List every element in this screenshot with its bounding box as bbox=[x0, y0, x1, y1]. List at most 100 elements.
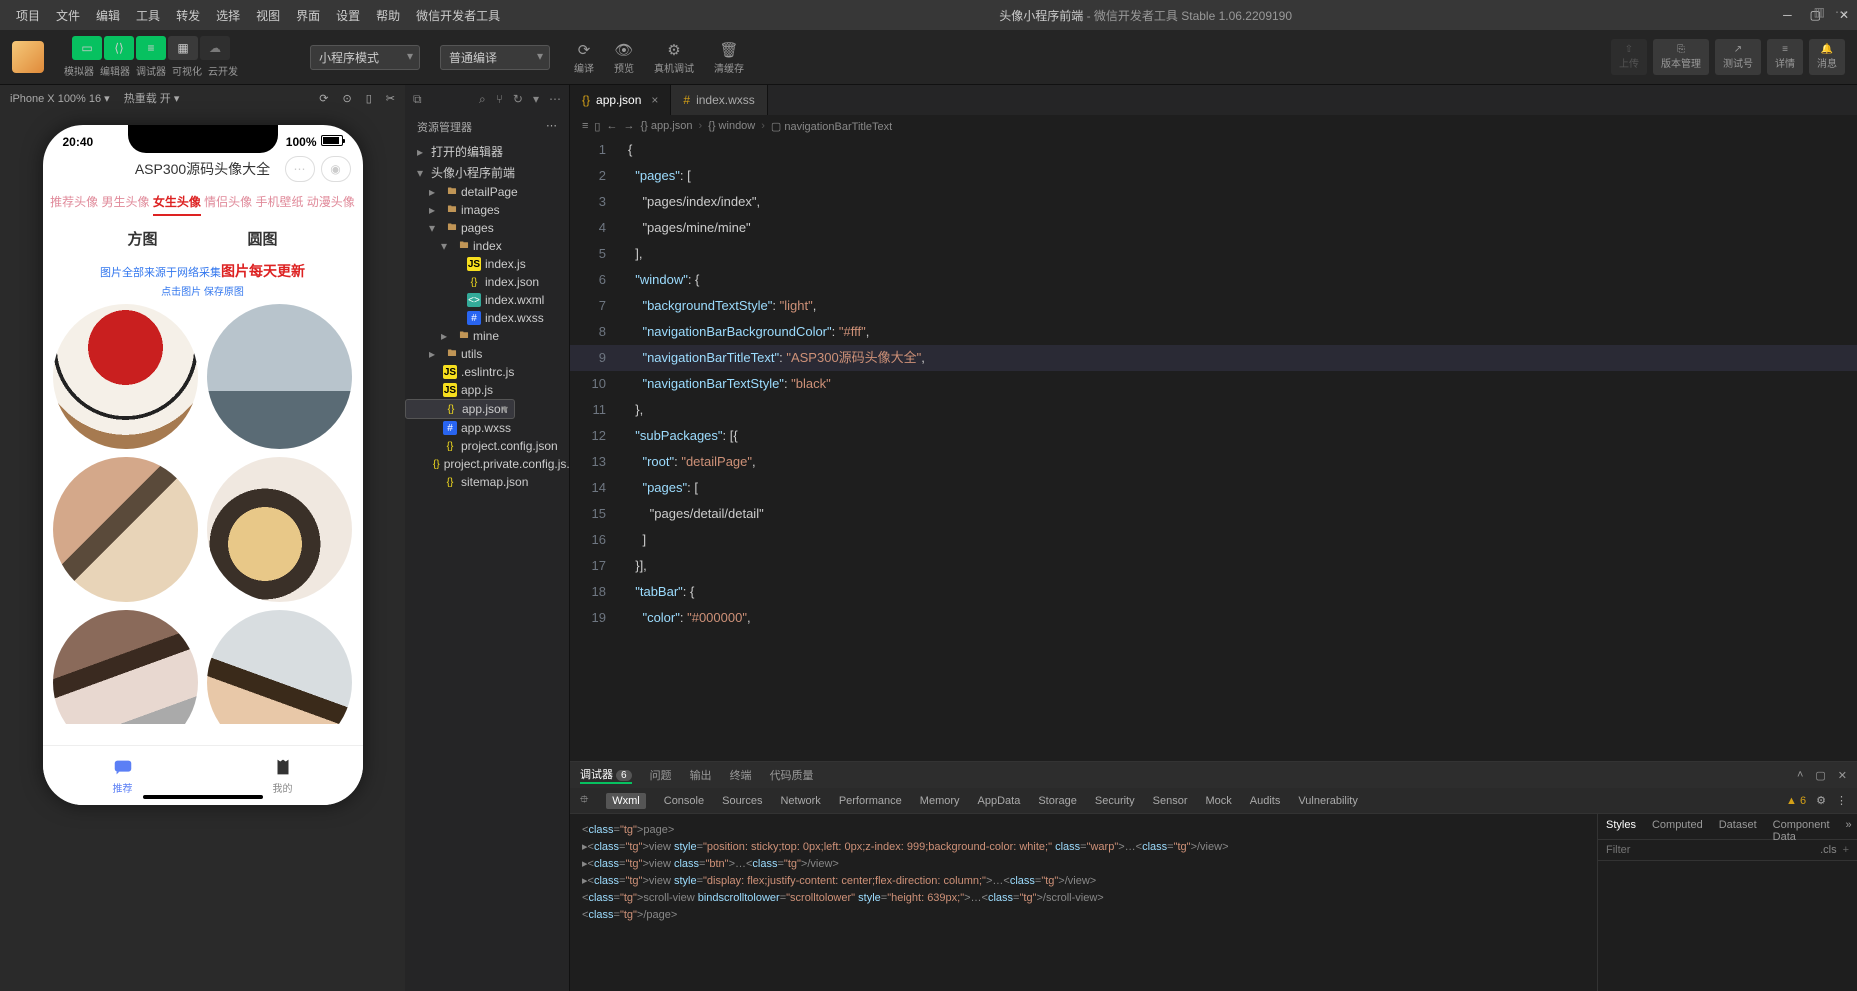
panel-tab-输出[interactable]: 输出 bbox=[690, 767, 712, 783]
avatar-item[interactable] bbox=[207, 457, 352, 602]
add-rule-icon[interactable]: + bbox=[1843, 844, 1849, 856]
action-预览[interactable]: 👁预览 bbox=[614, 40, 634, 75]
action-编译[interactable]: ⟳编译 bbox=[574, 40, 594, 75]
crumb-file[interactable]: {} app.json bbox=[640, 120, 692, 132]
action-真机调试[interactable]: ⚙真机调试 bbox=[654, 40, 694, 75]
filter-input[interactable] bbox=[1606, 844, 1820, 856]
file-index.json[interactable]: {}index.json bbox=[405, 273, 569, 291]
crumb-back-icon[interactable]: ← bbox=[606, 120, 617, 132]
warning-badge[interactable]: ▲ 6 bbox=[1786, 795, 1806, 807]
cls-toggle[interactable]: .cls bbox=[1820, 844, 1837, 856]
devtab-Audits[interactable]: Audits bbox=[1250, 795, 1281, 807]
file-detailPage[interactable]: ▸🖿detailPage bbox=[405, 183, 569, 201]
crumb-leaf[interactable]: ▢ navigationBarTitleText bbox=[771, 120, 892, 133]
styles-tab-Dataset[interactable]: Dataset bbox=[1711, 814, 1765, 839]
devtab-Vulnerability[interactable]: Vulnerability bbox=[1298, 795, 1358, 807]
menu-微信开发者工具[interactable]: 微信开发者工具 bbox=[408, 7, 508, 24]
file-.eslintrc.js[interactable]: JS.eslintrc.js bbox=[405, 363, 569, 381]
crumb-bookmark-icon[interactable]: ▯ bbox=[594, 120, 600, 133]
toolbar-上传[interactable]: ⇧上传 bbox=[1611, 39, 1647, 75]
seg-circle[interactable]: 圆图 bbox=[247, 228, 277, 249]
file-project.private.config.js...[interactable]: {}project.private.config.js... bbox=[405, 455, 569, 473]
toolbar-消息[interactable]: 🔔消息 bbox=[1809, 39, 1845, 75]
toolbar-测试号[interactable]: ↗测试号 bbox=[1715, 39, 1761, 75]
home-icon[interactable]: ⊙ bbox=[343, 92, 352, 105]
collapse-icon[interactable]: ▾ bbox=[533, 92, 539, 106]
menu-设置[interactable]: 设置 bbox=[328, 7, 368, 24]
menu-工具[interactable]: 工具 bbox=[128, 7, 168, 24]
gear-icon[interactable]: ⚙ bbox=[1816, 794, 1826, 807]
file-index.wxml[interactable]: <>index.wxml bbox=[405, 291, 569, 309]
menu-界面[interactable]: 界面 bbox=[288, 7, 328, 24]
devtab-Memory[interactable]: Memory bbox=[920, 795, 960, 807]
avatar-item[interactable] bbox=[207, 610, 352, 724]
wxml-inspector[interactable]: <class="tg">page> ▸<class="tg">view styl… bbox=[570, 814, 1597, 991]
file-app.json[interactable]: {}app.json bbox=[405, 399, 515, 419]
tab-男生头像[interactable]: 男生头像 bbox=[101, 189, 149, 216]
file-images[interactable]: ▸🖿images bbox=[405, 201, 569, 219]
file-index.wxss[interactable]: #index.wxss bbox=[405, 309, 569, 327]
minimize-icon[interactable]: ─ bbox=[1783, 8, 1792, 22]
tab-推荐头像[interactable]: 推荐头像 bbox=[50, 189, 98, 216]
capsule-menu-icon[interactable]: ⋯ bbox=[285, 156, 315, 182]
menu-转发[interactable]: 转发 bbox=[168, 7, 208, 24]
toolbar-详情[interactable]: ≡详情 bbox=[1767, 39, 1803, 75]
menu-帮助[interactable]: 帮助 bbox=[368, 7, 408, 24]
program-mode-select[interactable]: 小程序模式 bbox=[310, 45, 420, 70]
compile-mode-select[interactable]: 普通编译 bbox=[440, 45, 550, 70]
visual-toggle[interactable]: ▦ bbox=[168, 36, 198, 60]
refresh-icon[interactable]: ↻ bbox=[513, 92, 523, 106]
hotreload-select[interactable]: 热重载 开 ▾ bbox=[124, 90, 180, 106]
device-icon[interactable]: ▯ bbox=[366, 92, 372, 105]
section-project[interactable]: ▾头像小程序前端 bbox=[405, 162, 569, 183]
file-mine[interactable]: ▸🖿mine bbox=[405, 327, 569, 345]
editor-toggle[interactable]: ⟨⟩ bbox=[104, 36, 134, 60]
panel-close-icon[interactable]: ✕ bbox=[1838, 769, 1847, 782]
devtab-Network[interactable]: Network bbox=[780, 795, 820, 807]
file-utils[interactable]: ▸🖿utils bbox=[405, 345, 569, 363]
toolbar-版本管理[interactable]: ⎘版本管理 bbox=[1653, 39, 1709, 75]
file-index.js[interactable]: JSindex.js bbox=[405, 255, 569, 273]
menu-视图[interactable]: 视图 bbox=[248, 7, 288, 24]
debugger-toggle[interactable]: ≡ bbox=[136, 36, 166, 60]
avatar-item[interactable] bbox=[207, 304, 352, 449]
devtab-Wxml[interactable]: Wxml bbox=[606, 793, 646, 809]
editor-tab-app.json[interactable]: {}app.json× bbox=[570, 85, 671, 115]
simulator-toggle[interactable]: ▭ bbox=[72, 36, 102, 60]
cloud-toggle[interactable]: ☁ bbox=[200, 36, 230, 60]
explorer-more-icon[interactable]: ⋯ bbox=[546, 119, 557, 135]
avatar-item[interactable] bbox=[53, 457, 198, 602]
file-sitemap.json[interactable]: {}sitemap.json bbox=[405, 473, 569, 491]
panel-tab-终端[interactable]: 终端 bbox=[730, 767, 752, 783]
styles-tab-Computed[interactable]: Computed bbox=[1644, 814, 1711, 839]
devtab-Performance[interactable]: Performance bbox=[839, 795, 902, 807]
file-app.js[interactable]: JSapp.js bbox=[405, 381, 569, 399]
capsule-close-icon[interactable]: ◉ bbox=[321, 156, 351, 182]
crumb-key[interactable]: {} window bbox=[708, 120, 755, 132]
tab-女生头像[interactable]: 女生头像 bbox=[153, 189, 201, 216]
file-app.wxss[interactable]: #app.wxss bbox=[405, 419, 569, 437]
menu-编辑[interactable]: 编辑 bbox=[88, 7, 128, 24]
branch-icon[interactable]: ⑂ bbox=[496, 92, 503, 106]
search-icon[interactable]: ⌕ bbox=[479, 92, 486, 107]
menu-项目[interactable]: 项目 bbox=[8, 7, 48, 24]
refresh-icon[interactable]: ⟳ bbox=[319, 92, 328, 105]
more-icon[interactable]: ⋯ bbox=[1835, 5, 1847, 19]
file-index[interactable]: ▾🖿index bbox=[405, 237, 569, 255]
more-icon[interactable]: ⋯ bbox=[549, 92, 561, 106]
crumb-fwd-icon[interactable]: → bbox=[623, 120, 634, 132]
user-avatar[interactable] bbox=[12, 41, 44, 73]
tab-手机壁纸[interactable]: 手机壁纸 bbox=[255, 189, 303, 216]
cut-icon[interactable]: ✂ bbox=[386, 92, 395, 105]
split-icon[interactable]: ▥ bbox=[1814, 5, 1825, 19]
crumb-nav-icon[interactable]: ≡ bbox=[582, 120, 588, 132]
devtab-Mock[interactable]: Mock bbox=[1205, 795, 1231, 807]
devtab-AppData[interactable]: AppData bbox=[978, 795, 1021, 807]
code-editor[interactable]: 12345678910111213141516171819 { "pages":… bbox=[570, 137, 1857, 761]
device-select[interactable]: iPhone X 100% 16 ▾ bbox=[10, 92, 110, 105]
styles-tab-Component Data[interactable]: Component Data bbox=[1765, 814, 1838, 839]
avatar-item[interactable] bbox=[53, 610, 198, 724]
tab-情侣头像[interactable]: 情侣头像 bbox=[204, 189, 252, 216]
panel-tab-问题[interactable]: 问题 bbox=[650, 767, 672, 783]
devtab-Sensor[interactable]: Sensor bbox=[1153, 795, 1188, 807]
